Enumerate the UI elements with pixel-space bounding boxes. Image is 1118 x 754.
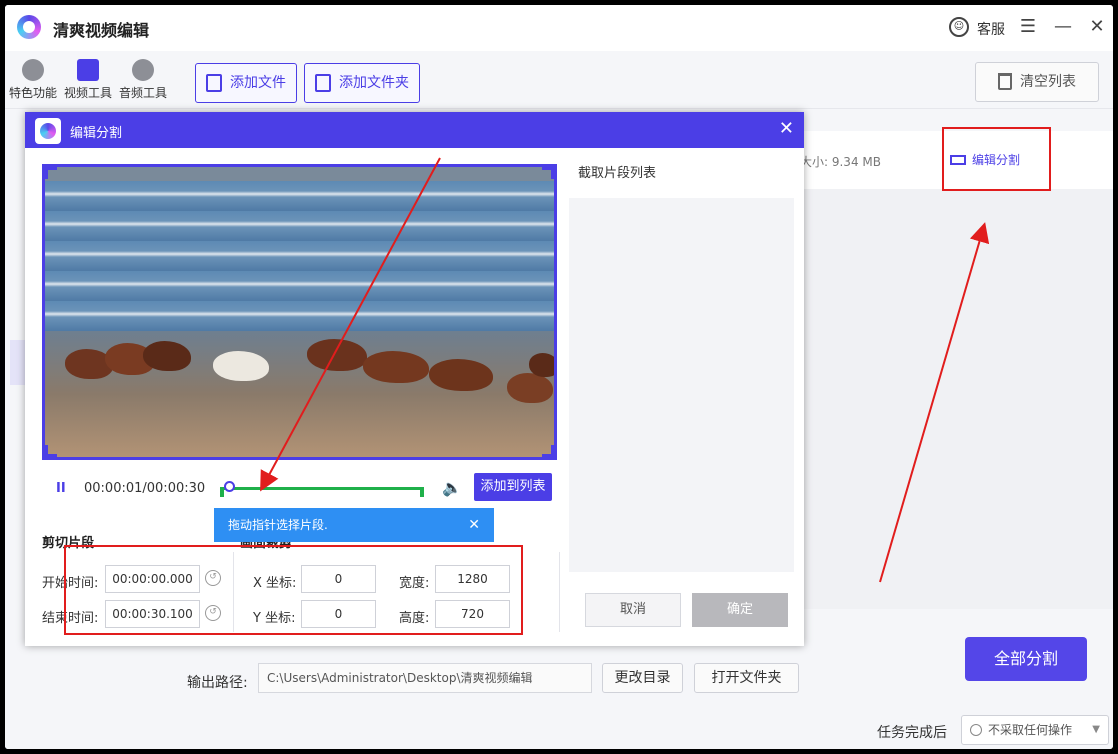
annotation-arrow-to-edit-split [879, 222, 990, 583]
annotation-arrow-to-playhead [260, 157, 441, 492]
annotation-arrows [260, 157, 990, 583]
